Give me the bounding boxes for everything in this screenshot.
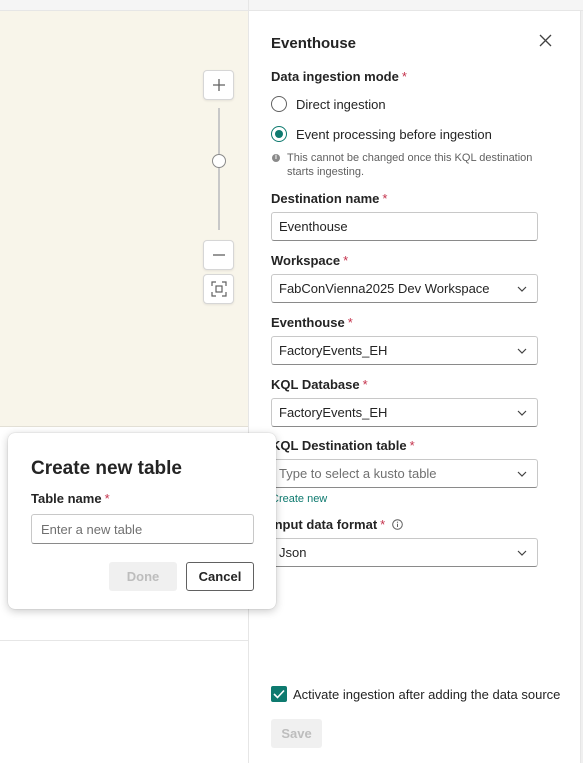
radio-button-checked[interactable] (271, 126, 287, 142)
canvas-divider (0, 640, 248, 641)
table-name-label: Table name * (31, 491, 110, 506)
ingestion-mode-label-text: Data ingestion mode (271, 69, 399, 84)
kql-table-combobox[interactable]: Type to select a kusto table (271, 459, 538, 488)
required-mark: * (401, 69, 407, 84)
chevron-down-icon (517, 548, 527, 558)
required-mark: * (362, 377, 368, 392)
required-mark: * (343, 253, 349, 268)
table-name-input[interactable] (31, 514, 254, 544)
radio-direct-ingestion[interactable]: Direct ingestion (271, 96, 386, 112)
chevron-down-icon (517, 284, 527, 294)
dialog-title: Create new table (31, 458, 182, 479)
destination-settings-panel: Eventhouse Data ingestion mode * Direct i… (248, 0, 583, 763)
info-icon[interactable] (392, 519, 404, 530)
workspace-value: FabConVienna2025 Dev Workspace (279, 281, 490, 296)
kql-table-label-text: KQL Destination table (271, 438, 407, 453)
kql-table-label: KQL Destination table * (271, 438, 415, 453)
kql-database-label-text: KQL Database (271, 377, 360, 392)
ingestion-mode-label: Data ingestion mode * (271, 69, 407, 84)
info-icon: i (272, 154, 280, 162)
input-format-label-text: Input data format (271, 517, 378, 532)
destination-name-label: Destination name * (271, 191, 387, 206)
eventhouse-dropdown[interactable]: FactoryEvents_EH (271, 336, 538, 365)
panel-title: Eventhouse (271, 35, 357, 52)
kql-database-label: KQL Database * (271, 377, 368, 392)
canvas-area (0, 0, 248, 763)
chevron-down-icon (517, 469, 527, 479)
checkmark-icon (273, 689, 285, 699)
input-format-value: Json (279, 545, 307, 560)
radio-button[interactable] (271, 96, 287, 112)
fit-to-screen-button[interactable] (203, 274, 234, 304)
canvas-top-strip (0, 0, 248, 11)
eventhouse-label-text: Eventhouse (271, 315, 345, 330)
required-mark: * (347, 315, 353, 330)
eventhouse-value: FactoryEvents_EH (279, 343, 388, 358)
radio-label: Direct ingestion (296, 96, 386, 112)
zoom-in-button[interactable] (203, 70, 234, 100)
workspace-dropdown[interactable]: FabConVienna2025 Dev Workspace (271, 274, 538, 303)
done-button[interactable]: Done (109, 562, 177, 591)
kql-table-placeholder: Type to select a kusto table (279, 466, 437, 481)
close-icon (539, 34, 551, 46)
chevron-down-icon (517, 346, 527, 356)
zoom-out-button[interactable] (203, 240, 234, 270)
zoom-slider-thumb[interactable] (212, 154, 226, 168)
plus-icon (212, 79, 225, 91)
kql-database-value: FactoryEvents_EH (279, 405, 388, 420)
radio-event-processing[interactable]: Event processing before ingestion (271, 126, 492, 142)
eventhouse-label: Eventhouse * (271, 315, 353, 330)
activate-ingestion-checkbox[interactable]: Activate ingestion after adding the data… (271, 686, 560, 702)
required-mark: * (409, 438, 415, 453)
create-table-dialog: Create new table Table name* Done Cancel (8, 433, 276, 609)
workspace-label: Workspace * (271, 253, 348, 268)
zoom-slider-track[interactable] (218, 108, 220, 230)
workspace-label-text: Workspace (271, 253, 341, 268)
ingestion-mode-note: i This cannot be changed once this KQL d… (272, 151, 542, 179)
destination-name-value: Eventhouse (279, 219, 348, 234)
fit-to-screen-icon (210, 281, 227, 297)
table-name-label-text: Table name (31, 491, 102, 506)
save-button[interactable]: Save (271, 719, 322, 748)
activate-ingestion-label: Activate ingestion after adding the data… (293, 686, 561, 702)
input-format-label: Input data format * (271, 517, 404, 532)
required-mark: * (104, 491, 110, 506)
minus-icon (212, 254, 225, 256)
panel-top-strip (249, 0, 583, 11)
required-mark: * (380, 517, 386, 532)
cancel-button[interactable]: Cancel (186, 562, 254, 591)
radio-label: Event processing before ingestion (296, 126, 492, 142)
close-button[interactable] (534, 29, 556, 51)
chevron-down-icon (517, 408, 527, 418)
input-format-dropdown[interactable]: Json (271, 538, 538, 567)
create-new-link[interactable]: Create new (271, 493, 327, 505)
note-text: This cannot be changed once this KQL des… (287, 152, 533, 178)
destination-name-input[interactable]: Eventhouse (271, 212, 538, 241)
destination-name-label-text: Destination name (271, 191, 380, 206)
checkbox-checked[interactable] (271, 686, 287, 702)
required-mark: * (382, 191, 388, 206)
kql-database-dropdown[interactable]: FactoryEvents_EH (271, 398, 538, 427)
